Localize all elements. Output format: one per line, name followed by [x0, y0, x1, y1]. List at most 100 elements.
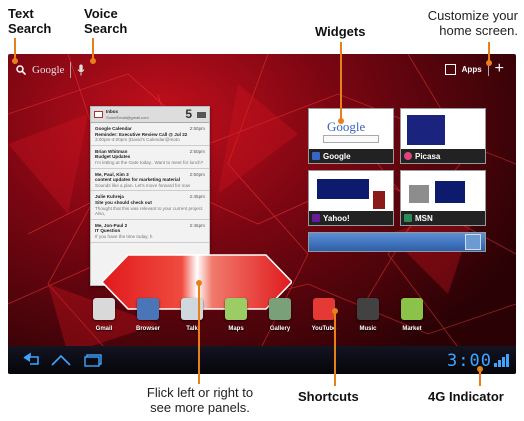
- widget-google-label: Google: [309, 149, 393, 163]
- email-message[interactable]: Me, Paul, Kim 3 2:50pm content updates for…: [91, 169, 209, 192]
- google-logo: Google: [327, 119, 366, 134]
- shortcut-label: Music: [359, 326, 377, 332]
- compose-icon[interactable]: [197, 111, 206, 118]
- back-icon[interactable]: [20, 352, 42, 368]
- status-bar: Google Apps +: [8, 54, 516, 88]
- unread-count: 5: [185, 106, 192, 121]
- leader-text-search: [14, 38, 16, 60]
- callout-customize-line1: Customize your: [427, 8, 518, 23]
- callout-flick-line1: Flick left or right to: [146, 385, 254, 400]
- msn-thumb-1: [409, 185, 429, 203]
- envelope-icon: [94, 111, 103, 118]
- shortcut-label: Maps: [228, 326, 244, 332]
- email-message[interactable]: Julie Kuhreja 2:45pm Site you should check…: [91, 191, 209, 220]
- callout-shortcuts: Shortcuts: [298, 389, 359, 404]
- market-icon: [401, 298, 423, 320]
- shortcut-label: Talk: [186, 326, 198, 332]
- shortcut-label: Market: [402, 326, 422, 332]
- shortcut-label: Browser: [135, 326, 160, 332]
- leader-dot-flick: [196, 280, 202, 286]
- search-divider: [70, 62, 72, 78]
- callout-text-search-line2: Search: [8, 21, 52, 36]
- shortcut-gallery[interactable]: Gallery: [260, 298, 300, 332]
- email-time: 2:50pm: [189, 126, 205, 131]
- 4g-signal-icon[interactable]: [494, 353, 510, 367]
- shortcut-label: YouTube: [311, 326, 337, 332]
- email-message[interactable]: Me, Jon-Paul 2 2:45pm IT Question If you ha…: [91, 220, 209, 243]
- email-list: Google Calendar 2:50pm Reminder: Executive…: [91, 123, 209, 243]
- widget-picasa[interactable]: Picasa: [400, 108, 486, 164]
- add-icon[interactable]: +: [495, 61, 504, 77]
- leader-dot-voice-search: [90, 58, 96, 64]
- callout-voice-search-line2: Search: [84, 21, 128, 36]
- microphone-icon[interactable]: [77, 64, 85, 76]
- yahoo-icon: [312, 214, 320, 222]
- email-time: 2:50pm: [189, 171, 205, 177]
- email-time: 2:50pm: [189, 148, 205, 154]
- gmail-icon: [93, 298, 115, 320]
- browser-icon: [137, 298, 159, 320]
- callout-flick-line2: see more panels.: [150, 400, 250, 415]
- email-preview: Thought that this was relevant to your c…: [95, 205, 204, 217]
- leader-widgets: [340, 42, 342, 120]
- widget-msn-name: MSN: [415, 213, 433, 223]
- callout-text-search: Text Search: [8, 6, 51, 36]
- callout-voice-search: Voice Search: [84, 6, 127, 36]
- tablet-home-screen: Google Apps + Inbox SomeEmail@gmail.com …: [8, 54, 516, 374]
- shortcut-label: Gmail: [95, 326, 113, 332]
- shortcut-label: Gallery: [269, 326, 291, 332]
- shortcut-gmail[interactable]: Gmail: [84, 298, 124, 332]
- widget-picasa-name: Picasa: [415, 151, 441, 161]
- shortcut-browser[interactable]: Browser: [128, 298, 168, 332]
- callout-voice-search-line1: Voice: [84, 6, 118, 21]
- search-icon[interactable]: [16, 65, 26, 75]
- email-widget-title: Inbox SomeEmail@gmail.com: [106, 109, 149, 120]
- search-bar[interactable]: Google: [16, 62, 85, 78]
- weather-icon: [465, 234, 481, 250]
- apps-label[interactable]: Apps: [462, 65, 482, 74]
- widget-google[interactable]: Google Google: [308, 108, 394, 164]
- recent-apps-icon[interactable]: [82, 352, 104, 368]
- widget-msn-label: MSN: [401, 211, 485, 225]
- widget-yahoo[interactable]: Yahoo!: [308, 170, 394, 226]
- gallery-icon: [269, 298, 291, 320]
- email-widget-header: Inbox SomeEmail@gmail.com 5: [91, 107, 209, 123]
- shortcut-music[interactable]: Music: [348, 298, 388, 332]
- msn-thumb-2: [435, 181, 465, 203]
- clock[interactable]: 3:00: [447, 351, 492, 371]
- leader-dot-4g: [477, 366, 483, 372]
- callout-widgets: Widgets: [315, 24, 366, 39]
- email-message[interactable]: Google Calendar 2:50pm Reminder: Executive…: [91, 123, 209, 146]
- callout-text-search-line1: Text: [8, 6, 34, 21]
- shortcut-talk[interactable]: Talk: [172, 298, 212, 332]
- widget-yahoo-name: Yahoo!: [323, 213, 350, 223]
- leader-shortcuts: [334, 310, 336, 386]
- leader-dot-widgets: [338, 118, 344, 124]
- email-message[interactable]: Brian Whitman 2:50pm Budget Updates I'm let…: [91, 146, 209, 169]
- email-preview: If you have the time today, h: [95, 233, 153, 239]
- email-time: 2:45pm: [189, 222, 205, 228]
- email-preview: I'm letting at the Gate today.. Want to …: [95, 159, 204, 165]
- msn-icon: [404, 214, 412, 222]
- leader-dot-shortcuts: [332, 308, 338, 314]
- annotated-screenshot: Text Search Voice Search Widgets Customi…: [0, 0, 524, 421]
- google-icon: [312, 152, 320, 160]
- callout-customize: Customize your home screen.: [410, 8, 518, 38]
- apps-icon[interactable]: [444, 63, 456, 75]
- leader-dot-text-search: [12, 58, 18, 64]
- search-label: Google: [32, 64, 65, 76]
- callout-4g-indicator: 4G Indicator: [428, 389, 504, 404]
- picasa-icon: [404, 152, 412, 160]
- shortcut-youtube[interactable]: YouTube: [304, 298, 344, 332]
- email-preview: Sounds like a plan. Let's move forward f…: [95, 182, 191, 188]
- email-preview: 3:00pm-4:00pm (David's Calendar@moto: [95, 137, 180, 143]
- shortcut-maps[interactable]: Maps: [216, 298, 256, 332]
- widget-msn[interactable]: MSN: [400, 170, 486, 226]
- yahoo-content: [317, 179, 369, 199]
- widget-weather-strip[interactable]: [308, 232, 486, 252]
- home-icon[interactable]: [50, 352, 72, 368]
- callout-customize-line2: home screen.: [439, 23, 518, 38]
- picasa-photo: [407, 115, 445, 145]
- leader-flick: [198, 282, 200, 384]
- shortcut-market[interactable]: Market: [392, 298, 432, 332]
